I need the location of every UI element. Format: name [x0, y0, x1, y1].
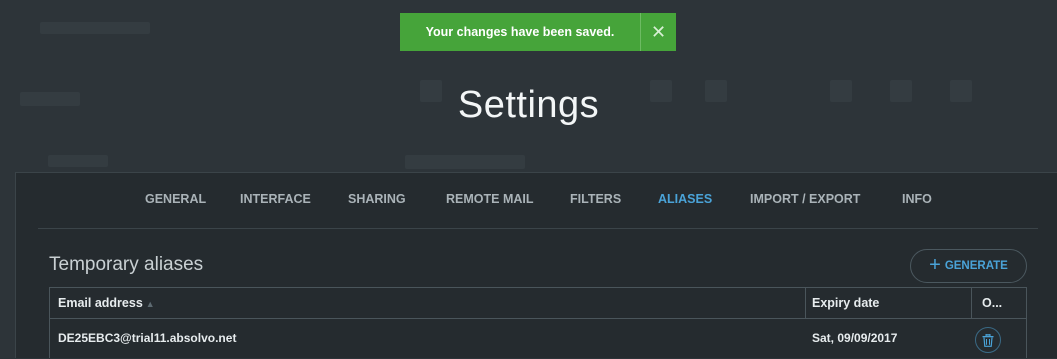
bg-placeholder: [48, 155, 108, 167]
column-divider: [971, 288, 972, 318]
tab-info[interactable]: INFO: [902, 192, 932, 206]
column-header-email[interactable]: Email address ▲: [58, 288, 155, 318]
close-icon[interactable]: ✕: [641, 22, 676, 43]
tab-remote-mail[interactable]: REMOTE MAIL: [446, 192, 534, 206]
success-toast: Your changes have been saved. ✕: [400, 13, 676, 51]
table-header: Email address ▲ Expiry date O...: [50, 288, 1026, 319]
tab-interface[interactable]: INTERFACE: [240, 192, 311, 206]
bg-placeholder: [405, 155, 525, 169]
aliases-table: Email address ▲ Expiry date O... DE25EBC3…: [49, 287, 1027, 358]
tab-filters[interactable]: FILTERS: [570, 192, 621, 206]
tab-import-export[interactable]: IMPORT / EXPORT: [750, 192, 860, 206]
column-header-expiry[interactable]: Expiry date: [812, 288, 879, 318]
tab-general[interactable]: GENERAL: [145, 192, 206, 206]
generate-button-label: GENERATE: [944, 260, 1008, 272]
generate-button[interactable]: + GENERATE: [910, 249, 1027, 283]
table-row: DE25EBC3@trial11.absolvo.net Sat, 09/09/…: [50, 319, 1026, 359]
bg-placeholder: [40, 22, 150, 34]
column-header-options[interactable]: O...: [982, 288, 1002, 318]
section-title: Temporary aliases: [49, 254, 204, 275]
toast-message: Your changes have been saved.: [425, 25, 615, 39]
column-divider: [805, 288, 806, 318]
tab-sharing[interactable]: SHARING: [348, 192, 406, 206]
tabs-divider: [38, 228, 1038, 229]
alias-expiry: Sat, 09/09/2017: [812, 331, 898, 345]
tab-aliases[interactable]: ALIASES: [658, 192, 712, 206]
delete-alias-button[interactable]: [975, 327, 1001, 353]
sort-caret-icon: ▲: [145, 299, 155, 309]
column-header-email-label: Email address: [58, 296, 143, 310]
plus-icon: +: [929, 254, 941, 276]
alias-email: DE25EBC3@trial11.absolvo.net: [58, 331, 237, 345]
modal-title: Settings: [457, 84, 600, 126]
trash-icon: [982, 333, 994, 347]
